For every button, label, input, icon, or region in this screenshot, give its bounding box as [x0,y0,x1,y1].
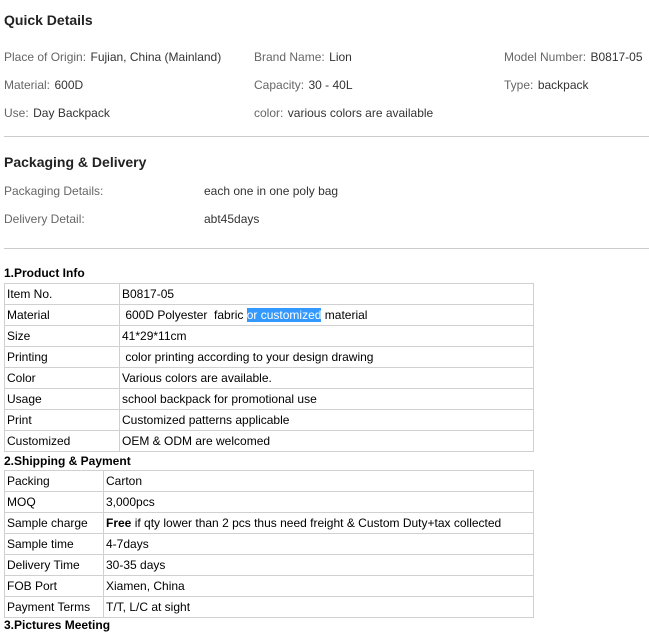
table-row: Item No. B0817-05 [4,283,534,305]
product-info-title: 1.Product Info [4,266,85,280]
detail-label: Use: [4,106,29,120]
row-label: Color [4,367,120,389]
shipping-table: Packing Carton MOQ 3,000pcs Sample charg… [4,470,534,618]
row-value: color printing according to your design … [119,346,534,368]
selected-text-highlight[interactable]: or customized [246,308,322,322]
row-value: Various colors are available. [119,367,534,389]
table-row: Material 600D Polyester fabric or custom… [4,304,534,326]
detail-label: Model Number: [504,50,587,64]
detail-brand-name: Brand Name: Lion [254,48,352,66]
delivery-detail-label: Delivery Detail: [4,212,85,226]
row-value: Xiamen, China [103,575,534,597]
row-value: 41*29*11cm [119,325,534,347]
row-label: Customized [4,430,120,452]
row-value: Carton [103,470,534,492]
detail-label: Place of Origin: [4,50,87,64]
sample-charge-text: if qty lower than 2 pcs thus need freigh… [131,516,502,530]
table-row: FOB Port Xiamen, China [4,575,534,597]
detail-model-number: Model Number: B0817-05 [504,48,643,66]
detail-value: backpack [537,78,589,92]
detail-color: color: various colors are available [254,104,433,122]
row-label: Printing [4,346,120,368]
detail-label: Type: [504,78,534,92]
detail-value: Fujian, China (Mainland) [90,50,222,64]
packaging-details-value: each one in one poly bag [204,184,339,198]
table-row: Printing color printing according to you… [4,346,534,368]
row-value: T/T, L/C at sight [103,596,534,618]
row-value: 3,000pcs [103,491,534,513]
detail-label: color: [254,106,284,120]
row-label: Sample charge [4,512,104,534]
row-label: Size [4,325,120,347]
table-row: Color Various colors are available. [4,367,534,389]
detail-value: B0817-05 [590,50,643,64]
detail-value: Lion [329,50,352,64]
row-label: Print [4,409,120,431]
quick-details-title: Quick Details [4,12,93,28]
material-text-post: material [321,308,368,322]
table-row: Packing Carton [4,470,534,492]
detail-label: Material: [4,78,51,92]
detail-label: Capacity: [254,78,305,92]
detail-label: Brand Name: [254,50,325,64]
row-value: OEM & ODM are welcomed [119,430,534,452]
packaging-title: Packaging & Delivery [4,154,147,170]
row-label: Packing [4,470,104,492]
detail-value: 30 - 40L [308,78,353,92]
row-label: Usage [4,388,120,410]
detail-value: 600D [54,78,84,92]
row-value: Customized patterns applicable [119,409,534,431]
table-row: Print Customized patterns applicable [4,409,534,431]
table-row: Payment Terms T/T, L/C at sight [4,596,534,618]
row-label: FOB Port [4,575,104,597]
row-value: B0817-05 [119,283,534,305]
material-text-pre: 600D Polyester fabric [122,308,247,322]
row-value: Free if qty lower than 2 pcs thus need f… [103,512,534,534]
detail-type: Type: backpack [504,76,589,94]
detail-value: various colors are available [287,106,434,120]
divider [4,136,649,137]
row-value: 600D Polyester fabric or customized mate… [119,304,534,326]
detail-use: Use: Day Backpack [4,104,110,122]
row-label: Delivery Time [4,554,104,576]
next-section-title-partial: 3.Pictures Meeting [4,618,111,632]
row-value: school backpack for promotional use [119,388,534,410]
table-row: Customized OEM & ODM are welcomed [4,430,534,452]
row-value: 4-7days [103,533,534,555]
row-label: MOQ [4,491,104,513]
shipping-title: 2.Shipping & Payment [4,454,131,468]
table-row: Delivery Time 30-35 days [4,554,534,576]
divider [4,248,649,249]
packaging-details-label: Packaging Details: [4,184,104,198]
row-label: Material [4,304,120,326]
row-label: Payment Terms [4,596,104,618]
row-label: Sample time [4,533,104,555]
delivery-detail-value: abt45days [204,212,260,226]
detail-place-of-origin: Place of Origin: Fujian, China (Mainland… [4,48,221,66]
detail-capacity: Capacity: 30 - 40L [254,76,353,94]
table-row: Usage school backpack for promotional us… [4,388,534,410]
free-bold-text: Free [106,516,132,530]
row-label: Item No. [4,283,120,305]
product-info-table: Item No. B0817-05 Material 600D Polyeste… [4,283,534,452]
table-row: Sample charge Free if qty lower than 2 p… [4,512,534,534]
table-row: Size 41*29*11cm [4,325,534,347]
table-row: Sample time 4-7days [4,533,534,555]
row-value: 30-35 days [103,554,534,576]
table-row: MOQ 3,000pcs [4,491,534,513]
detail-material: Material: 600D [4,76,83,94]
detail-value: Day Backpack [33,106,110,120]
